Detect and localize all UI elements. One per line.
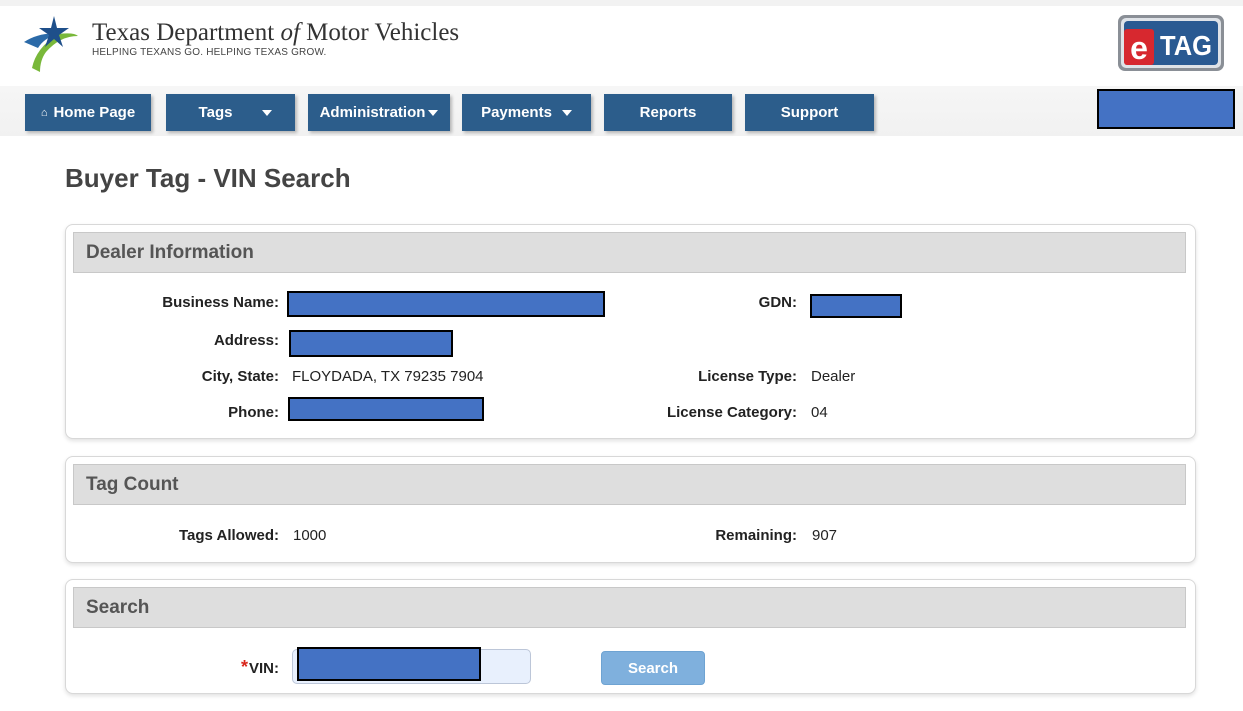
dealer-info-heading: Dealer Information [73, 232, 1186, 273]
remaining-value: 907 [812, 527, 838, 544]
nav-payments-button[interactable]: Payments [462, 94, 591, 131]
agency-tagline: HELPING TEXANS GO. HELPING TEXAS GROW. [92, 47, 327, 58]
tag-count-heading: Tag Count [73, 464, 1186, 505]
home-icon: ⌂ [40, 106, 48, 119]
vin-value-redacted [297, 647, 481, 681]
etag-logo-icon[interactable]: e TAG [1118, 15, 1224, 71]
license-type-label: License Type: [698, 368, 797, 385]
tag-count-panel: Tag Count [65, 456, 1196, 563]
nav-reports-label: Reports [639, 104, 697, 121]
brand: Texas Department of Motor Vehicles HELPI… [92, 19, 460, 59]
chevron-down-icon [262, 109, 273, 116]
main-nav: ⌂ Home Page Tags Administration Payments… [0, 86, 1243, 136]
nav-payments-label: Payments [481, 104, 552, 121]
address-label: Address: [213, 332, 279, 349]
vin-label-text: VIN: [249, 660, 279, 677]
chevron-down-icon [428, 109, 439, 116]
search-heading: Search [73, 587, 1186, 628]
vin-label: *VIN: [241, 657, 279, 678]
txdmv-logo-icon[interactable] [18, 12, 80, 74]
phone-value-redacted [288, 397, 484, 421]
etag-e: e [1130, 30, 1148, 66]
page-title: Buyer Tag - VIN Search [65, 163, 351, 193]
address-value-redacted [289, 330, 453, 357]
nav-home-button[interactable]: ⌂ Home Page [25, 94, 151, 131]
tags-allowed-value: 1000 [293, 527, 327, 544]
phone-label: Phone: [228, 404, 279, 421]
nav-support-label: Support [780, 104, 839, 121]
nav-support-button[interactable]: Support [745, 94, 874, 131]
etag-tag: TAG [1160, 30, 1212, 61]
business-name-value-redacted [287, 291, 605, 317]
user-menu-redacted[interactable] [1097, 89, 1235, 129]
search-button[interactable]: Search [601, 651, 705, 685]
city-state-label: City, State: [201, 368, 279, 385]
license-type-value: Dealer [811, 368, 856, 385]
required-asterisk: * [240, 657, 248, 677]
nav-tags-label: Tags [198, 104, 233, 121]
chevron-down-icon [561, 109, 572, 116]
nav-tags-button[interactable]: Tags [166, 94, 295, 131]
gdn-value-redacted [810, 294, 902, 318]
nav-home-label: Home Page [53, 104, 136, 121]
nav-administration-label: Administration [319, 104, 426, 121]
tags-allowed-label: Tags Allowed: [178, 527, 279, 544]
nav-reports-button[interactable]: Reports [604, 94, 732, 131]
business-name-label: Business Name: [162, 294, 279, 311]
agency-name: Texas Department of Motor Vehicles [92, 19, 460, 46]
remaining-label: Remaining: [715, 527, 797, 544]
nav-administration-button[interactable]: Administration [308, 94, 450, 131]
city-state-value: FLOYDADA, TX 79235 7904 [292, 368, 484, 385]
site-header: Texas Department of Motor Vehicles HELPI… [12, 6, 1243, 76]
license-category-label: License Category: [666, 404, 797, 421]
license-category-value: 04 [811, 404, 828, 421]
gdn-label: GDN: [758, 294, 797, 311]
